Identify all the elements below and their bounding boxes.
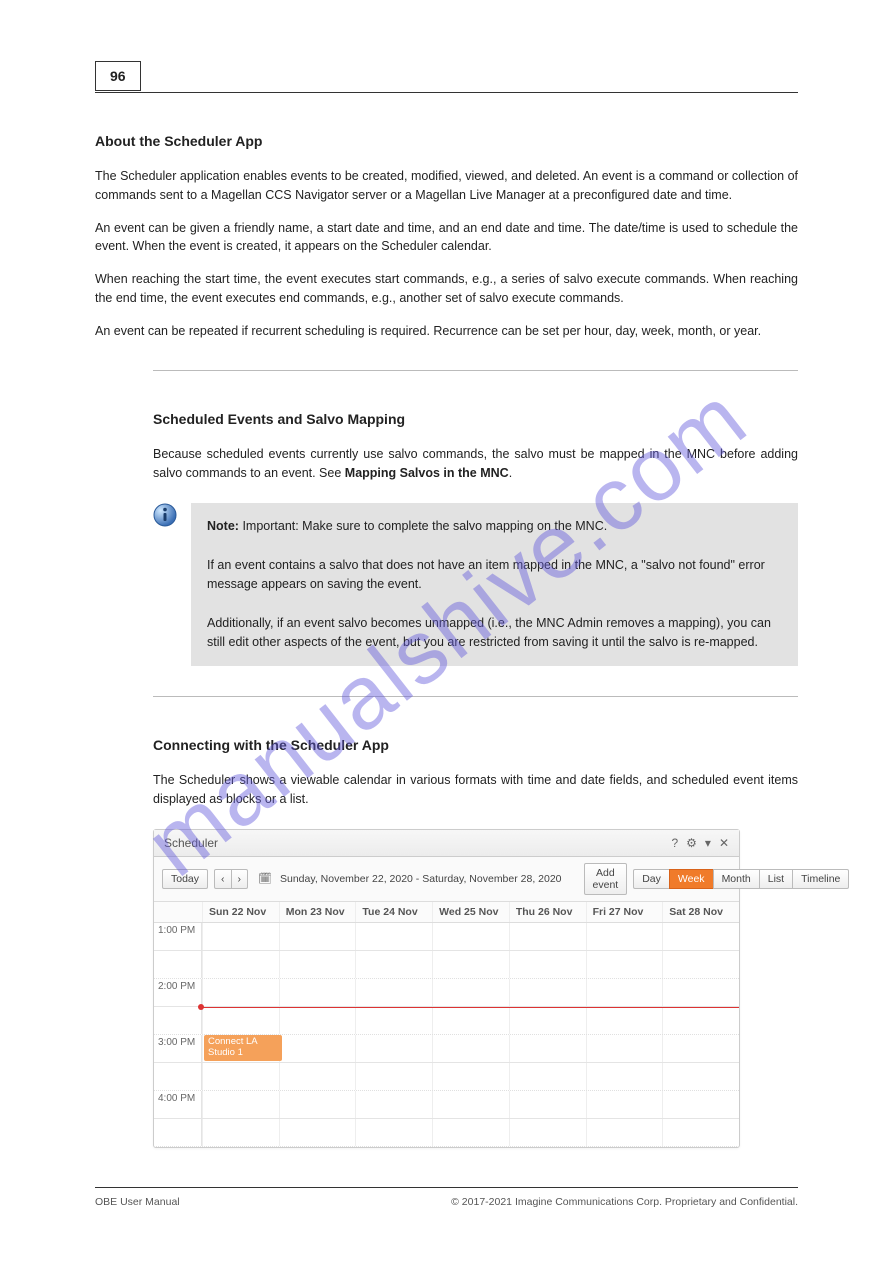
paragraph: An event can be repeated if recurrent sc…	[95, 322, 798, 341]
time-label: 4:00 PM	[154, 1091, 202, 1118]
day-header[interactable]: Fri 27 Nov	[586, 902, 663, 922]
view-tabs: Day Week Month List Timeline	[633, 869, 849, 889]
help-icon[interactable]: ?	[671, 836, 678, 850]
note-label: Note:	[207, 519, 239, 533]
page-number: 96	[95, 61, 141, 91]
day-header[interactable]: Sun 22 Nov	[202, 902, 279, 922]
section-heading-connect: Connecting with the Scheduler App	[153, 737, 798, 753]
scheduler-body[interactable]: 1:00 PM 2:00 PM 3:00 PM 4:00 PM Connect …	[154, 923, 739, 1147]
view-tab-day[interactable]: Day	[633, 869, 670, 889]
settings-icon[interactable]: ⚙	[686, 836, 697, 850]
day-header[interactable]: Wed 25 Nov	[432, 902, 509, 922]
divider	[153, 370, 798, 371]
paragraph: Because scheduled events currently use s…	[153, 445, 798, 483]
paragraph: The Scheduler application enables events…	[95, 167, 798, 205]
link-text: Mapping Salvos in the MNC	[345, 466, 509, 480]
day-header[interactable]: Mon 23 Nov	[279, 902, 356, 922]
date-range-label: Sunday, November 22, 2020 - Saturday, No…	[280, 873, 562, 885]
next-button[interactable]: ›	[231, 869, 249, 889]
header-gutter	[154, 902, 202, 922]
view-tab-timeline[interactable]: Timeline	[792, 869, 849, 889]
time-label: 3:00 PM	[154, 1035, 202, 1062]
paragraph: An event can be given a friendly name, a…	[95, 219, 798, 257]
note-line: Important: Make sure to complete the sal…	[242, 519, 607, 533]
note-line: Additionally, if an event salvo becomes …	[207, 616, 771, 649]
view-tab-month[interactable]: Month	[713, 869, 760, 889]
footer-left: OBE User Manual	[95, 1196, 180, 1208]
footer-right: © 2017-2021 Imagine Communications Corp.…	[451, 1196, 798, 1208]
today-button[interactable]: Today	[162, 869, 208, 889]
scheduler-titlebar: Scheduler ? ⚙ ▾ ✕	[154, 830, 739, 857]
close-icon[interactable]: ✕	[719, 836, 729, 850]
event-block[interactable]: Connect LA Studio 1	[204, 1035, 282, 1061]
scheduler-toolbar: Today ‹ › 🗓 Sunday, November 22, 2020 - …	[154, 857, 739, 902]
divider	[153, 696, 798, 697]
info-note: Note: Important: Make sure to complete t…	[153, 503, 798, 667]
section-heading-mapping: Scheduled Events and Salvo Mapping	[153, 411, 798, 427]
day-header[interactable]: Tue 24 Nov	[355, 902, 432, 922]
info-icon	[153, 503, 177, 527]
current-time-indicator	[202, 1007, 739, 1008]
add-event-button[interactable]: Add event	[584, 863, 628, 895]
day-header-row: Sun 22 Nov Mon 23 Nov Tue 24 Nov Wed 25 …	[154, 902, 739, 923]
paragraph: When reaching the start time, the event …	[95, 270, 798, 308]
scheduler-panel: Scheduler ? ⚙ ▾ ✕ Today ‹ › 🗓 Sunday, No…	[153, 829, 740, 1148]
time-label: 2:00 PM	[154, 979, 202, 1006]
scheduler-title: Scheduler	[164, 836, 218, 850]
dropdown-icon[interactable]: ▾	[705, 836, 711, 850]
page-footer: OBE User Manual © 2017-2021 Imagine Comm…	[95, 1187, 798, 1208]
note-line: If an event contains a salvo that does n…	[207, 558, 765, 591]
day-header[interactable]: Thu 26 Nov	[509, 902, 586, 922]
scheduler-grid: Sun 22 Nov Mon 23 Nov Tue 24 Nov Wed 25 …	[154, 902, 739, 1147]
prev-button[interactable]: ‹	[214, 869, 232, 889]
note-box: Note: Important: Make sure to complete t…	[191, 503, 798, 667]
page-header: 96	[95, 60, 798, 93]
day-header[interactable]: Sat 28 Nov	[662, 902, 739, 922]
paragraph: The Scheduler shows a viewable calendar …	[153, 771, 798, 809]
calendar-icon[interactable]: 🗓	[258, 872, 272, 885]
section-heading-about: About the Scheduler App	[95, 133, 798, 149]
view-tab-week[interactable]: Week	[669, 869, 714, 889]
view-tab-list[interactable]: List	[759, 869, 793, 889]
nav-arrows: ‹ ›	[214, 869, 248, 889]
time-label: 1:00 PM	[154, 923, 202, 950]
